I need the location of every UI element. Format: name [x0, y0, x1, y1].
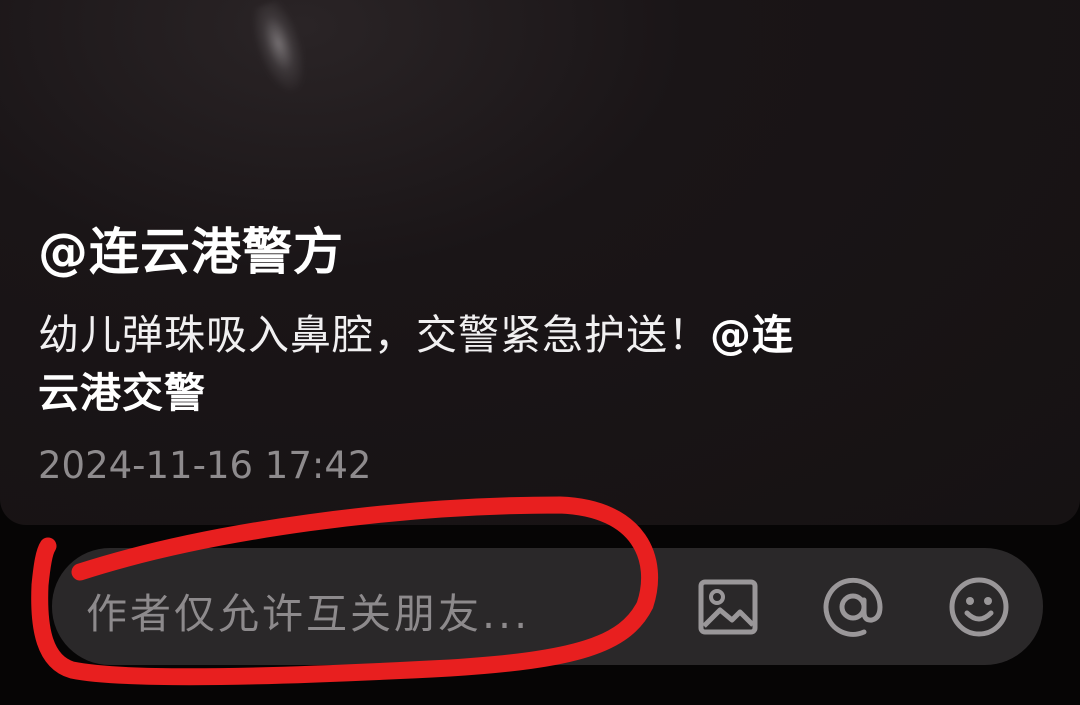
caption-text: 幼儿弹珠吸入鼻腔，交警紧急护送！ [38, 311, 710, 359]
video-light-streak [244, 0, 316, 99]
post-author[interactable]: @连云港警方 [38, 212, 344, 284]
post-caption: 幼儿弹珠吸入鼻腔，交警紧急护送！@连云港交警 [38, 306, 798, 422]
comment-input[interactable]: 作者仅允许互关朋友... [86, 580, 530, 640]
emoji-icon[interactable] [948, 576, 1010, 638]
post-timestamp: 2024-11-16 17:42 [38, 444, 372, 487]
video-card[interactable]: @连云港警方 幼儿弹珠吸入鼻腔，交警紧急护送！@连云港交警 2024-11-16… [0, 0, 1080, 525]
at-icon[interactable] [822, 576, 884, 638]
image-icon[interactable] [697, 576, 759, 638]
